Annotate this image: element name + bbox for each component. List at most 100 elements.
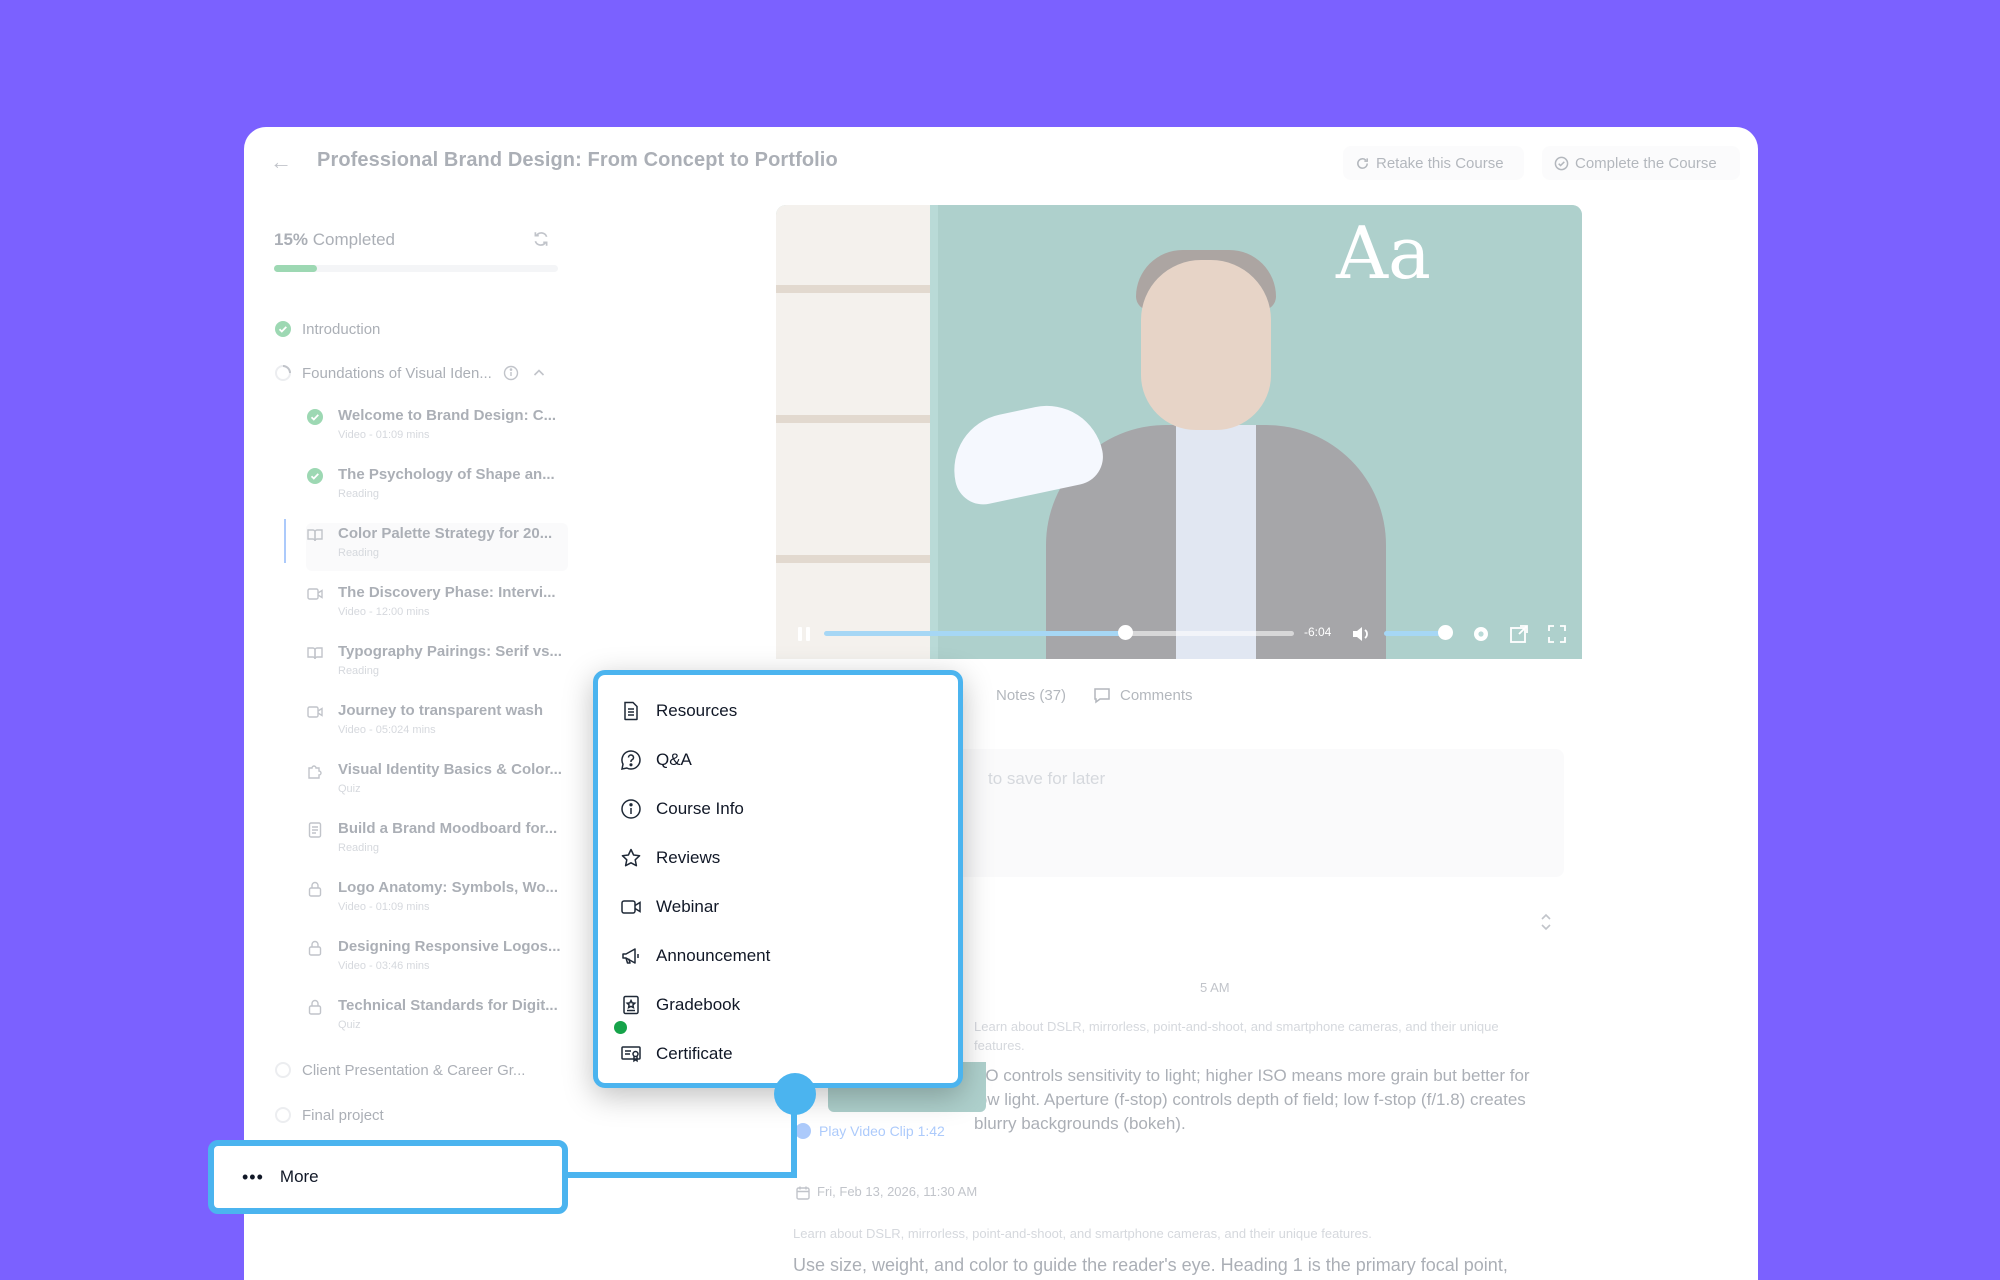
lesson-meta: Reading: [338, 488, 379, 500]
lesson-title: The Psychology of Shape an...: [338, 466, 555, 483]
progress-text: Completed: [312, 230, 395, 249]
video-icon: [307, 706, 323, 718]
shelf-board: [776, 285, 930, 293]
fullscreen-icon[interactable]: [1546, 623, 1568, 645]
sort-icon[interactable]: [1538, 911, 1554, 933]
menu-item-gradebook[interactable]: Gradebook: [620, 989, 740, 1021]
complete-course-button[interactable]: Complete the Course: [1542, 146, 1740, 180]
menu-item-reviews[interactable]: Reviews: [620, 842, 720, 874]
question-icon: [621, 750, 641, 770]
menu-item-label: Webinar: [656, 897, 719, 916]
back-arrow-icon[interactable]: ←: [268, 149, 294, 175]
more-menu-popup: Resources Q&A Course Info Reviews Webina…: [593, 670, 963, 1088]
menu-item-webinar[interactable]: Webinar: [620, 891, 719, 923]
note-lesson-context: Learn about DSLR, mirrorless, point-and-…: [793, 1226, 1372, 1241]
certificate-icon-wrap: [614, 1021, 642, 1065]
play-video-clip-link[interactable]: Play Video Clip 1:42: [795, 1123, 945, 1139]
settings-gear-icon[interactable]: [1470, 623, 1492, 645]
lesson-meta: Video - 01:09 mins: [338, 901, 430, 913]
pause-icon[interactable]: [794, 624, 814, 644]
lesson-item-locked[interactable]: Designing Responsive Logos... Video - 03…: [306, 936, 568, 984]
seek-bar-fill: [824, 631, 1125, 636]
progress-percent: 15%: [274, 230, 309, 249]
lesson-item-active[interactable]: Color Palette Strategy for 20... Reading: [284, 519, 568, 571]
lesson-meta: Reading: [338, 547, 379, 559]
puzzle-icon: [308, 765, 322, 779]
section-title: Foundations of Visual Iden...: [302, 364, 492, 382]
info-icon: [621, 799, 641, 819]
play-circle-icon: [795, 1123, 811, 1139]
lesson-item[interactable]: Visual Identity Basics & Color... Quiz: [306, 759, 568, 807]
check-circle-icon: [275, 321, 291, 337]
menu-item-certificate[interactable]: Certificate: [614, 1021, 733, 1070]
note-lesson-context: Learn about DSLR, mirrorless, point-and-…: [974, 1019, 1499, 1053]
volume-slider[interactable]: [1384, 631, 1446, 636]
section-introduction[interactable]: Introduction: [274, 317, 380, 341]
more-button[interactable]: ••• More: [208, 1140, 568, 1214]
menu-item-qa[interactable]: Q&A: [620, 744, 692, 776]
menu-item-announcement[interactable]: Announcement: [620, 940, 770, 972]
retake-course-button[interactable]: Retake this Course: [1343, 146, 1524, 180]
time-remaining: -6:04: [1304, 625, 1332, 639]
section-title: Final project: [302, 1106, 384, 1124]
lesson-item[interactable]: Journey to transparent wash Video - 05:0…: [306, 700, 568, 748]
video-icon: [307, 588, 323, 600]
menu-item-course-info[interactable]: Course Info: [620, 793, 744, 825]
volume-icon[interactable]: [1350, 623, 1372, 645]
lesson-item[interactable]: Build a Brand Moodboard for... Reading: [306, 818, 568, 866]
seek-handle[interactable]: [1117, 625, 1133, 640]
section-client-presentation[interactable]: Client Presentation & Career Gr...: [274, 1058, 525, 1082]
sync-icon[interactable]: [532, 230, 550, 248]
lock-icon: [308, 999, 322, 1015]
note-timestamp: 5 AM: [1200, 980, 1230, 995]
tab-comments[interactable]: Comments: [1092, 675, 1193, 715]
star-icon: [621, 848, 641, 867]
top-bar: ← Professional Brand Design: From Concep…: [244, 127, 1758, 197]
seek-bar[interactable]: [824, 631, 1294, 636]
popout-icon[interactable]: [1508, 623, 1530, 645]
menu-item-label: Reviews: [656, 848, 721, 867]
menu-item-label: Q&A: [656, 750, 692, 769]
video-presenter-head: [1141, 260, 1271, 430]
menu-item-resources[interactable]: Resources: [620, 695, 737, 727]
lesson-meta: Video - 05:024 mins: [338, 724, 436, 736]
new-badge-icon: [614, 1021, 627, 1034]
tab-comments-label: Comments: [1120, 686, 1193, 704]
lesson-item[interactable]: The Psychology of Shape an... Reading: [306, 464, 568, 512]
lesson-title: Journey to transparent wash: [338, 702, 544, 719]
pending-circle-icon: [275, 1107, 291, 1123]
tab-notes[interactable]: Notes (37): [996, 675, 1066, 715]
lesson-title: Visual Identity Basics & Color...: [338, 761, 562, 778]
lock-icon: [308, 881, 322, 897]
info-icon: [503, 365, 519, 381]
course-player-window: ← Professional Brand Design: From Concep…: [244, 127, 1758, 1280]
lesson-item[interactable]: The Discovery Phase: Intervi... Video - …: [306, 582, 568, 630]
callout-connector-horizontal: [567, 1172, 797, 1178]
gradebook-icon: [623, 995, 639, 1015]
note-timestamp: Fri, Feb 13, 2026, 11:30 AM: [817, 1184, 978, 1199]
menu-item-label: Gradebook: [656, 995, 741, 1014]
chevron-up-icon[interactable]: [530, 364, 548, 382]
section-title: Introduction: [302, 320, 381, 338]
section-title: Client Presentation & Career Gr...: [302, 1061, 526, 1079]
video-player[interactable]: Aa -6:04: [776, 205, 1582, 659]
lesson-title: Logo Anatomy: Symbols, Wo...: [338, 879, 559, 896]
lesson-item[interactable]: Typography Pairings: Serif vs... Reading: [306, 641, 568, 689]
section-foundations[interactable]: Foundations of Visual Iden...: [274, 361, 548, 385]
lesson-title: Welcome to Brand Design: C...: [338, 407, 557, 424]
lesson-item-locked[interactable]: Technical Standards for Digit... Quiz: [306, 995, 568, 1043]
lesson-meta: Reading: [338, 665, 379, 677]
course-title: Professional Brand Design: From Concept …: [317, 149, 838, 171]
more-dots-icon: •••: [242, 1167, 264, 1187]
note-input-placeholder: to save for later: [988, 769, 1106, 788]
lesson-item[interactable]: Welcome to Brand Design: C... Video - 01…: [306, 405, 568, 453]
note-body: SO controls sensitivity to light; higher…: [974, 1066, 1530, 1133]
lesson-item-locked[interactable]: Logo Anatomy: Symbols, Wo... Video - 01:…: [306, 877, 568, 925]
section-final-project[interactable]: Final project: [274, 1103, 384, 1127]
refresh-icon: [1357, 157, 1368, 169]
retake-course-label: Retake this Course: [1376, 154, 1504, 172]
lesson-title: Typography Pairings: Serif vs...: [338, 643, 562, 660]
video-frame-shelf: [776, 205, 930, 659]
progress-bar-fill: [274, 265, 317, 272]
volume-handle[interactable]: [1438, 625, 1453, 640]
